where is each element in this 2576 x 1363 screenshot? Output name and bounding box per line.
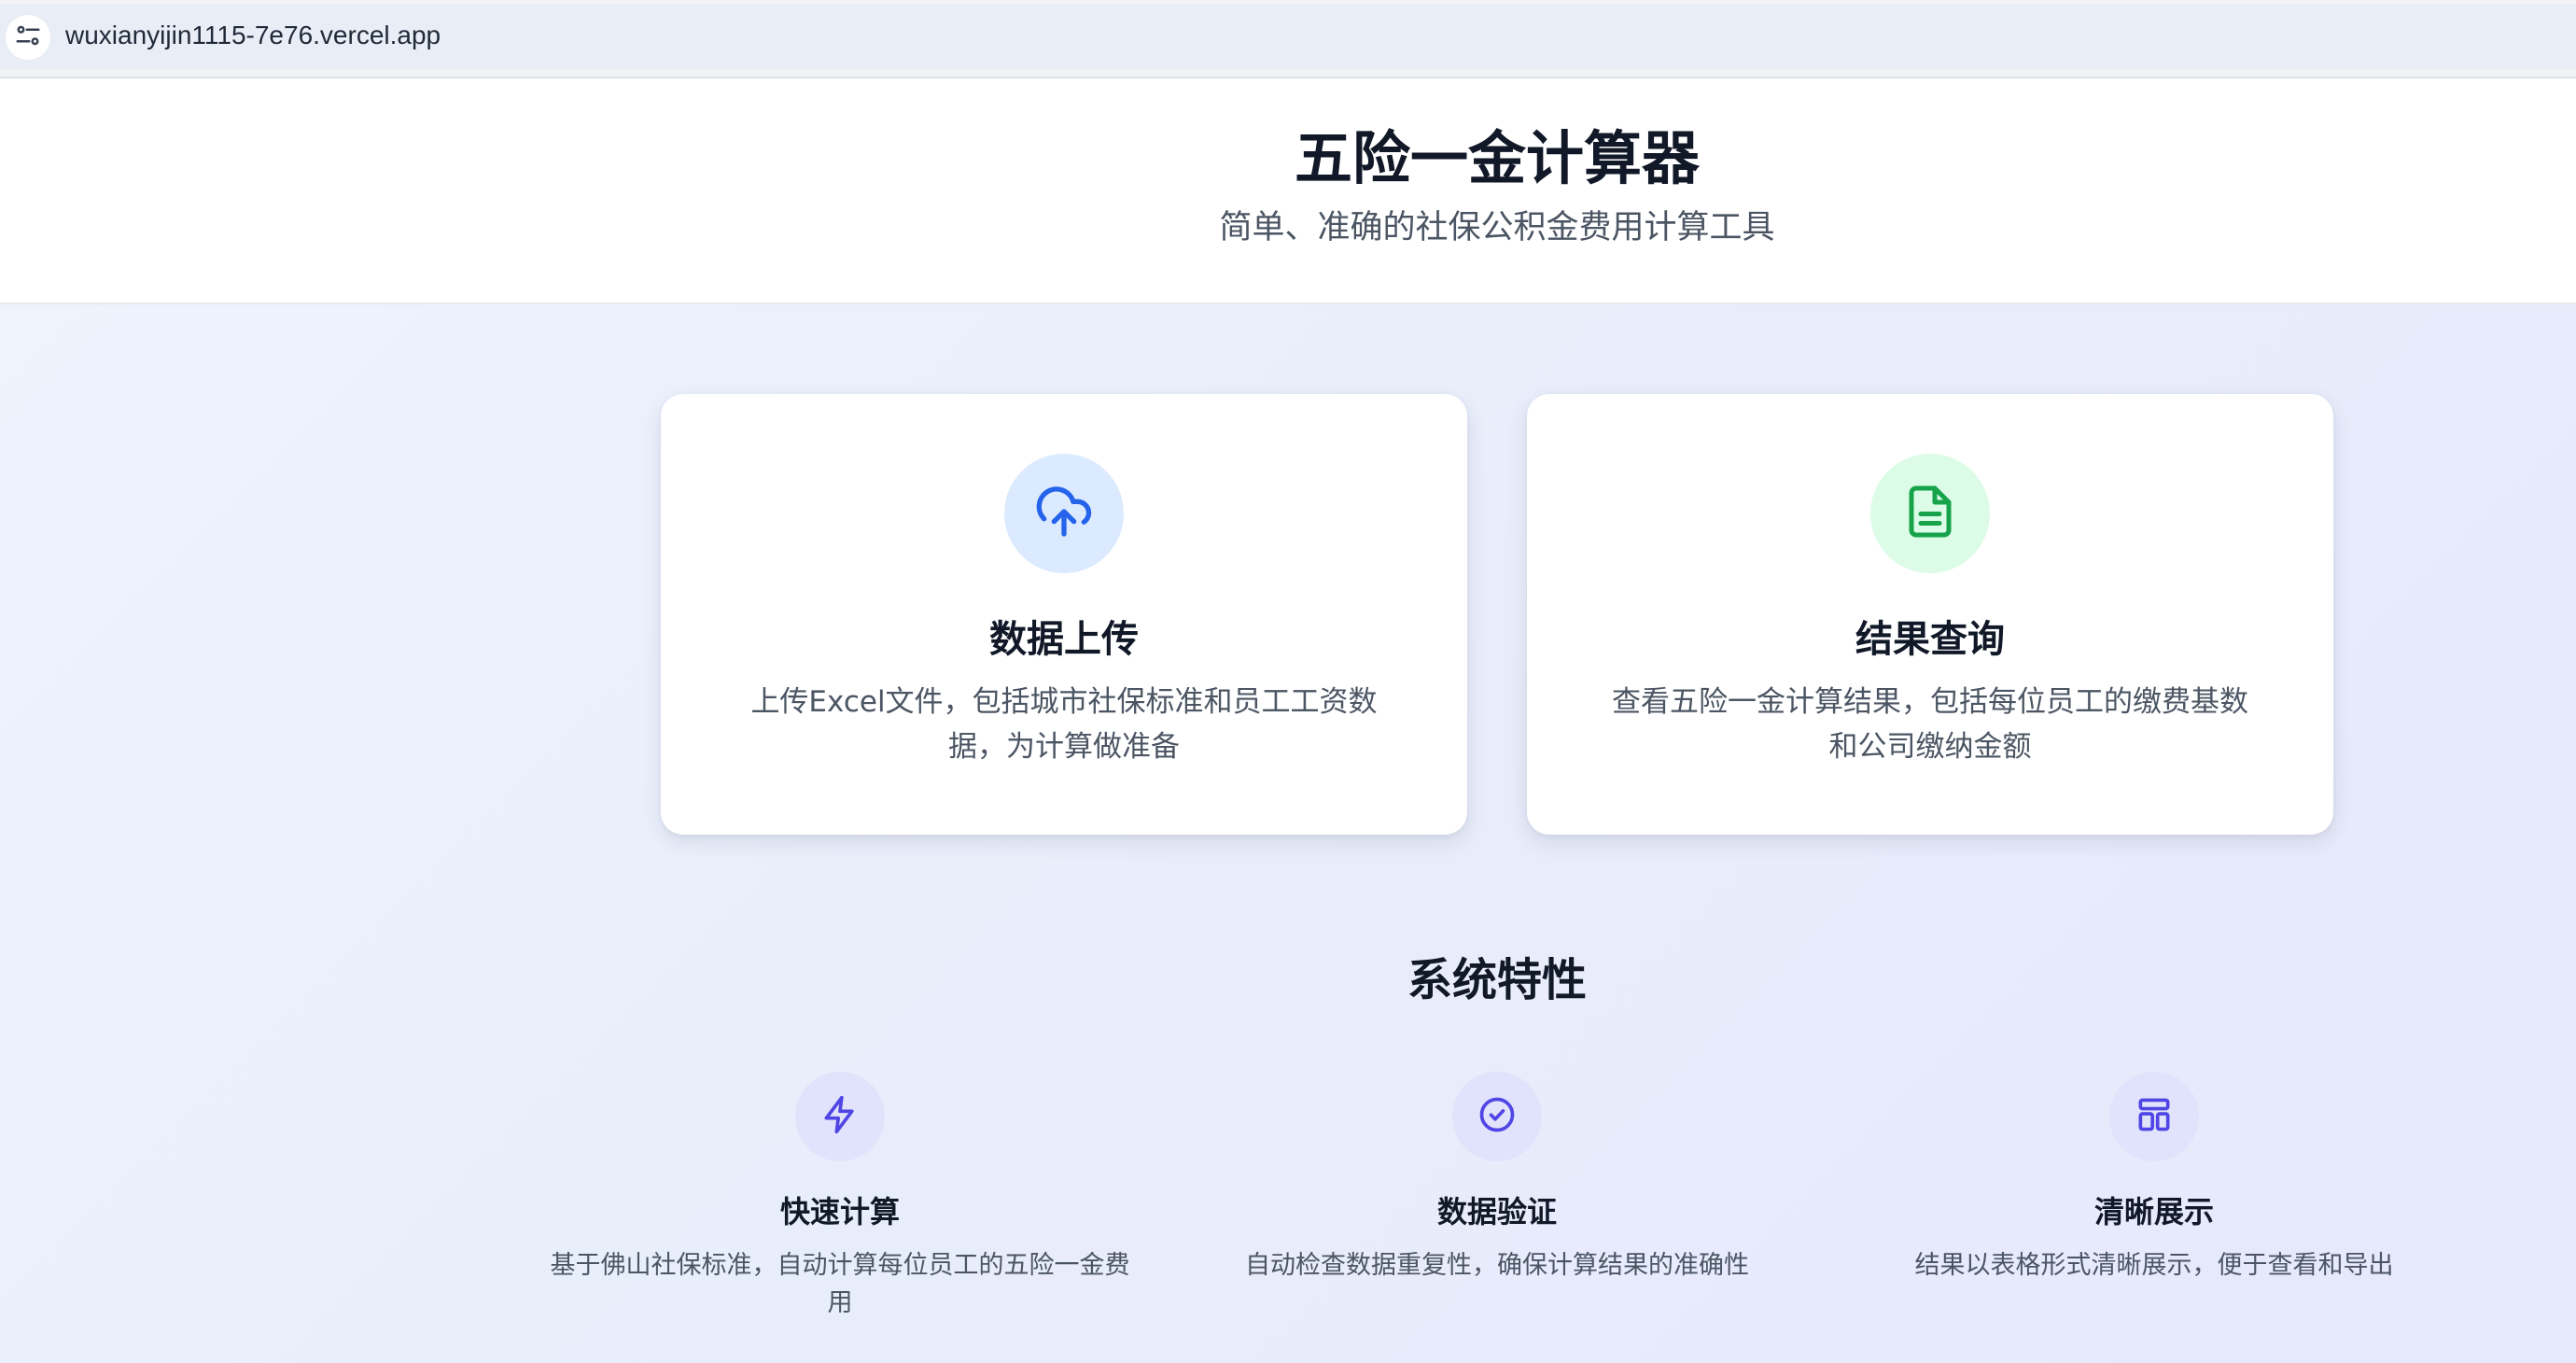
page-subtitle: 简单、准确的社保公积金费用计算工具	[1219, 209, 1775, 246]
feature-description: 基于佛山社保标准，自动计算每位员工的五险一金费用	[550, 1251, 1130, 1317]
document-icon	[1902, 484, 1958, 543]
result-card-title: 结果查询	[1855, 618, 2005, 661]
main-content: 数据上传 上传Excel文件，包括城市社保标准和员工工资数据，为计算做准备 结果…	[0, 304, 2576, 1363]
result-query-card[interactable]: 结果查询 查看五险一金计算结果，包括每位员工的缴费基数和公司缴纳金额	[1527, 394, 2333, 835]
check-circle-icon	[1477, 1094, 1518, 1139]
lightning-icon	[819, 1094, 861, 1139]
upload-card-description: 上传Excel文件，包括城市社保标准和员工工资数据，为计算做准备	[750, 685, 1378, 764]
feature-icon-circle	[1452, 1072, 1542, 1161]
cloud-upload-icon	[1034, 482, 1094, 545]
url-text[interactable]: wuxianyijin1115-7e76.vercel.app	[65, 19, 441, 52]
layout-icon	[2134, 1094, 2175, 1139]
document-icon-circle	[1870, 454, 1990, 573]
page-title: 五险一金计算器	[1294, 124, 1700, 192]
feature-title: 数据验证	[1436, 1194, 1557, 1230]
feature-title: 快速计算	[779, 1194, 900, 1230]
tune-icon	[14, 21, 42, 53]
page-header: 五险一金计算器 简单、准确的社保公积金费用计算工具	[0, 78, 2576, 304]
browser-address-bar: wuxianyijin1115-7e76.vercel.app	[0, 0, 2576, 78]
feature-icon-circle	[795, 1072, 885, 1161]
site-info-button[interactable]	[6, 15, 50, 60]
features-title: 系统特性	[1407, 954, 1587, 1006]
feature-description: 结果以表格形式清晰展示，便于查看和导出	[1914, 1251, 2394, 1280]
feature-icon-circle	[2109, 1072, 2199, 1161]
feature-description: 自动检查数据重复性，确保计算结果的准确性	[1245, 1251, 1749, 1280]
result-card-description: 查看五险一金计算结果，包括每位员工的缴费基数和公司缴纳金额	[1612, 685, 2248, 764]
upload-icon-circle	[1004, 454, 1124, 573]
feature-title: 清晰展示	[2093, 1194, 2214, 1230]
upload-card-title: 数据上传	[989, 618, 1139, 661]
data-upload-card[interactable]: 数据上传 上传Excel文件，包括城市社保标准和员工工资数据，为计算做准备	[661, 394, 1467, 835]
